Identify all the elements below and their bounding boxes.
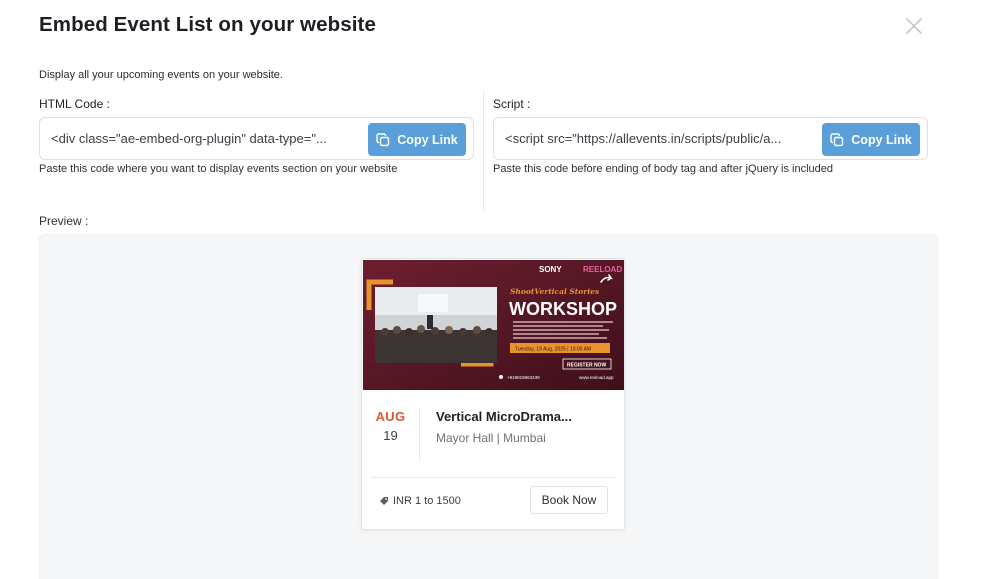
svg-text:+919819663439: +919819663439 [507,375,540,380]
svg-text:SONY: SONY [539,265,562,274]
event-day: 19 [383,428,398,443]
copy-icon [830,132,844,146]
close-icon [906,18,922,34]
copy-script-button[interactable]: Copy Link [822,123,920,156]
dialog-subtitle: Display all your upcoming events on your… [39,69,283,81]
event-price-text: INR 1 to 1500 [393,495,461,507]
svg-text:ShootVertical Stories: ShootVertical Stories [510,287,600,296]
svg-text:REGISTER NOW: REGISTER NOW [567,363,606,369]
preview-label: Preview : [39,214,89,228]
workshop-poster: SONY REELOAD ShootVertical Stories WORKS… [363,260,624,390]
copy-html-code-button[interactable]: Copy Link [368,123,466,156]
event-date: AUG 19 [362,409,419,443]
html-code-helper: Paste this code where you want to displa… [39,163,398,175]
copy-html-code-label: Copy Link [397,132,458,147]
svg-text:WORKSHOP: WORKSHOP [509,299,617,319]
card-divider [370,477,616,478]
event-banner-image[interactable]: SONY REELOAD ShootVertical Stories WORKS… [363,260,624,390]
event-card[interactable]: SONY REELOAD ShootVertical Stories WORKS… [361,258,625,530]
html-code-label: HTML Code : [39,97,110,111]
close-button[interactable] [903,15,925,37]
svg-text:www.reeload.app: www.reeload.app [579,375,614,380]
svg-text:REELOAD: REELOAD [583,265,622,274]
column-divider [483,92,484,210]
event-price: INR 1 to 1500 [379,495,461,507]
date-divider [419,407,420,460]
book-now-button[interactable]: Book Now [530,486,608,514]
event-month: AUG [375,409,406,424]
svg-text:Tuesday, 19 Aug, 2025 | 10:00: Tuesday, 19 Aug, 2025 | 10:00 AM [515,347,591,353]
event-location: Mayor Hall | Mumbai [436,431,546,445]
event-title[interactable]: Vertical MicroDrama... [436,409,572,424]
html-code-field[interactable]: <div class="ae-embed-org-plugin" data-ty… [39,117,474,160]
script-helper: Paste this code before ending of body ta… [493,163,833,175]
html-code-value: <div class="ae-embed-org-plugin" data-ty… [51,131,327,146]
dialog-title: Embed Event List on your website [39,13,376,36]
copy-script-label: Copy Link [851,132,912,147]
copy-icon [376,132,390,146]
script-field[interactable]: <script src="https://allevents.in/script… [493,117,928,160]
tag-icon [380,497,388,505]
script-label: Script : [493,97,531,111]
script-value: <script src="https://allevents.in/script… [505,131,782,146]
